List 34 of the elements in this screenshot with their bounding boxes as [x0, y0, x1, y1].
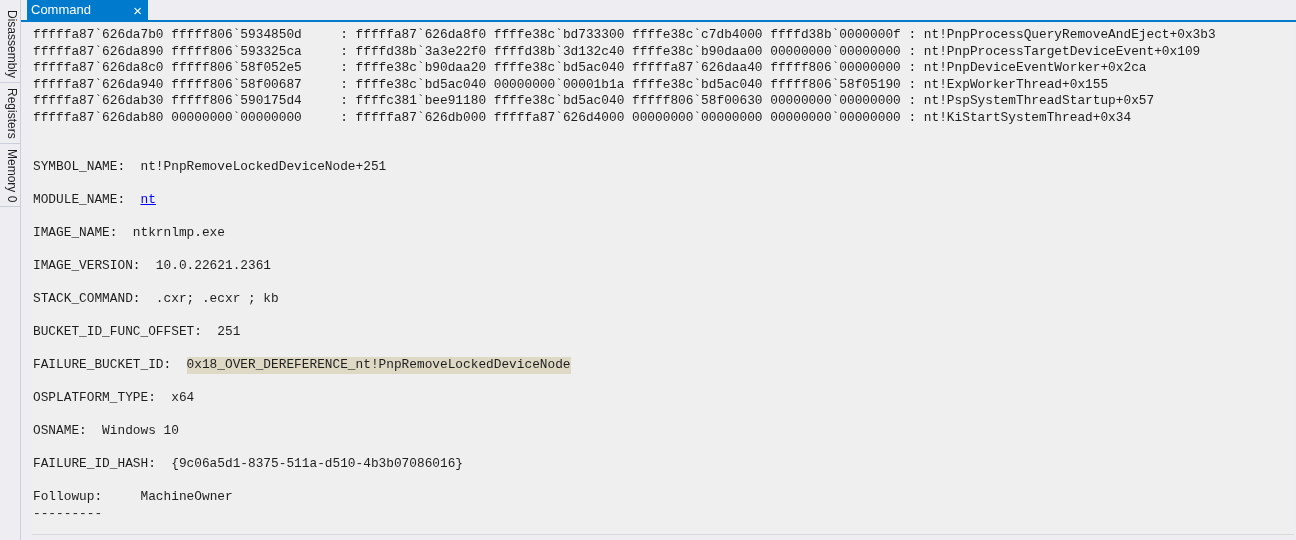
module-link[interactable]: nt: [140, 192, 156, 209]
command-tab[interactable]: Command ×: [27, 0, 148, 20]
close-icon[interactable]: ×: [133, 2, 142, 18]
field-value: {9c06a5d1-8375-511a-d510-4b3b07086016}: [171, 456, 464, 473]
field-label: OSPLATFORM_TYPE:: [33, 390, 156, 407]
separator-text: ---------: [33, 505, 104, 522]
field-value: MachineOwner: [140, 489, 233, 506]
stack-frame-line: fffffa87`626da890 fffff806`593325ca : ffffd38b`3a3e22f0 ffffd38b`3d132c40 ffffe38c`b90daa00 00000000`00000000 : nt!PnpProcessTargetDeviceEvent+0x109: [33, 43, 1202, 60]
field-label: MODULE_NAME:: [33, 192, 126, 209]
field-label: Followup:: [33, 489, 103, 506]
stack-frame-line: fffffa87`626da7b0 fffff806`5934850d : fffffa87`626da8f0 ffffe38c`bd733300 ffffe38c`c7db4000 ffffd38b`0000000f : nt!PnpProcessQueryRemoveAndEject+0x3b3: [33, 27, 1217, 44]
stack-frame-line: fffffa87`626dab80 00000000`00000000 : fffffa87`626db000 fffffa87`626d4000 00000000`00000000 00000000`00000000 : nt!KiStartSystemThread+0x34: [33, 109, 1133, 126]
field-label: OSNAME:: [33, 423, 87, 440]
field-value: 251: [217, 324, 241, 341]
field-value: 10.0.22621.2361: [155, 258, 272, 275]
stack-frame-line: fffffa87`626dab30 fffff806`590175d4 : ffffc381`bee91180 ffffe38c`bd5ac040 fffff806`58f00630 00000000`00000000 : nt!PspSystemThreadStartup+0x57: [33, 93, 1156, 110]
stack-frame-line: fffffa87`626da940 fffff806`58f00687 : ffffe38c`bd5ac040 00000000`00001b1a ffffe38c`bd5ac040 fffff806`58f05190 : nt!ExpWorkerThread+0x155: [33, 76, 1110, 93]
field-value: nt!PnpRemoveLockedDeviceNode+251: [140, 159, 387, 176]
field-label: STACK_COMMAND:: [33, 291, 141, 308]
side-tab[interactable]: Registers: [0, 84, 20, 144]
field-label: FAILURE_ID_HASH:: [33, 456, 156, 473]
field-label: BUCKET_ID_FUNC_OFFSET:: [33, 324, 202, 341]
highlighted-value: 0x18_OVER_DEREFERENCE_nt!PnpRemoveLockedDeviceNode: [186, 357, 571, 374]
field-value: ntkrnlmp.exe: [132, 225, 225, 242]
field-label: IMAGE_NAME:: [33, 225, 118, 242]
side-tab[interactable]: Disassembly: [0, 6, 20, 83]
field-value: x64: [171, 390, 195, 407]
stack-frame-line: fffffa87`626da8c0 fffff806`58f052e5 : ffffe38c`b90daa20 ffffe38c`bd5ac040 fffffa87`626daa40 fffff806`00000000 : nt!PnpDeviceEventWorker+0x2ca: [33, 60, 1148, 77]
field-value: .cxr; .ecxr ; kb: [155, 291, 279, 308]
field-label: SYMBOL_NAME:: [33, 159, 126, 176]
field-value: Windows 10: [102, 423, 179, 440]
side-tab[interactable]: Memory 0: [0, 144, 20, 208]
field-label: FAILURE_BUCKET_ID:: [33, 357, 172, 374]
field-label: IMAGE_VERSION:: [33, 258, 141, 275]
